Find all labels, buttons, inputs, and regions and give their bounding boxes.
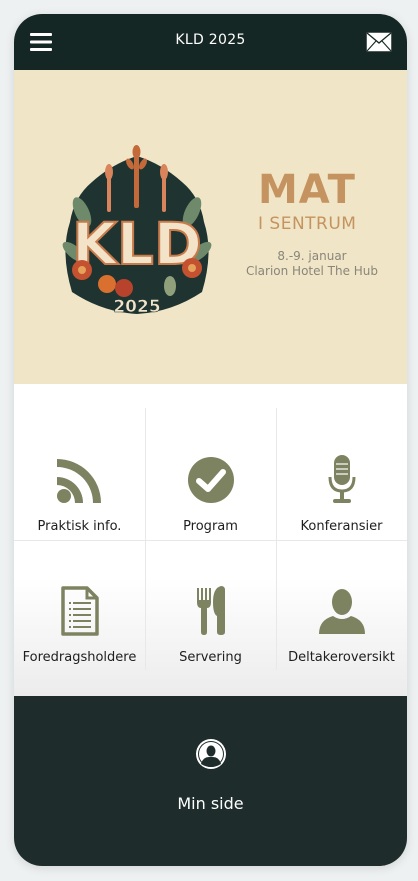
menu-item-label: Program xyxy=(183,519,238,534)
document-icon xyxy=(60,586,99,636)
svg-text:2025: 2025 xyxy=(113,297,160,317)
menu-item-label: Konferansier xyxy=(300,519,383,534)
checkmark-circle-icon xyxy=(187,457,234,503)
event-venue: Clarion Hotel The Hub xyxy=(245,264,379,278)
menu-item-deltakeroversikt[interactable]: Deltakeroversikt xyxy=(276,540,407,671)
event-banner: KLD 2025 MAT I SENTRUM 8.-9. januar Clar… xyxy=(14,70,407,384)
event-date: 8.-9. januar xyxy=(277,249,347,263)
envelope-icon[interactable] xyxy=(366,32,392,52)
menu-item-label: Praktisk info. xyxy=(37,519,122,534)
menu-item-servering[interactable]: Servering xyxy=(145,540,276,671)
menu-grid: Praktisk info. Program Konferansier Fore… xyxy=(14,384,407,696)
menu-item-praktisk-info[interactable]: Praktisk info. xyxy=(14,409,145,540)
app-screen: KLD 2025 KLD 2025 MAT I SENTRUM 8.-9. ja… xyxy=(14,14,407,866)
event-details: 8.-9. januar Clarion Hotel The Hub xyxy=(232,249,392,279)
person-icon xyxy=(318,589,365,634)
menu-item-program[interactable]: Program xyxy=(145,409,276,540)
menu-item-konferansier[interactable]: Konferansier xyxy=(276,409,407,540)
event-subheadline: I SENTRUM xyxy=(258,214,357,234)
top-bar: KLD 2025 xyxy=(14,14,407,70)
microphone-icon xyxy=(328,455,355,503)
app-title: KLD 2025 xyxy=(175,32,246,48)
rss-feed-icon xyxy=(56,459,101,503)
menu-item-label: Deltakeroversikt xyxy=(288,650,395,665)
event-headline: MAT xyxy=(258,167,356,213)
menu-item-label: Servering xyxy=(179,650,242,665)
kld-2025-logo: KLD 2025 xyxy=(62,145,212,317)
min-side-button[interactable]: Min side xyxy=(14,696,407,866)
min-side-label: Min side xyxy=(177,794,244,813)
menu-item-label: Foredragsholdere xyxy=(22,650,137,665)
user-profile-icon xyxy=(196,739,226,769)
fork-knife-icon xyxy=(196,586,225,635)
menu-item-foredragsholdere[interactable]: Foredragsholdere xyxy=(14,540,145,671)
